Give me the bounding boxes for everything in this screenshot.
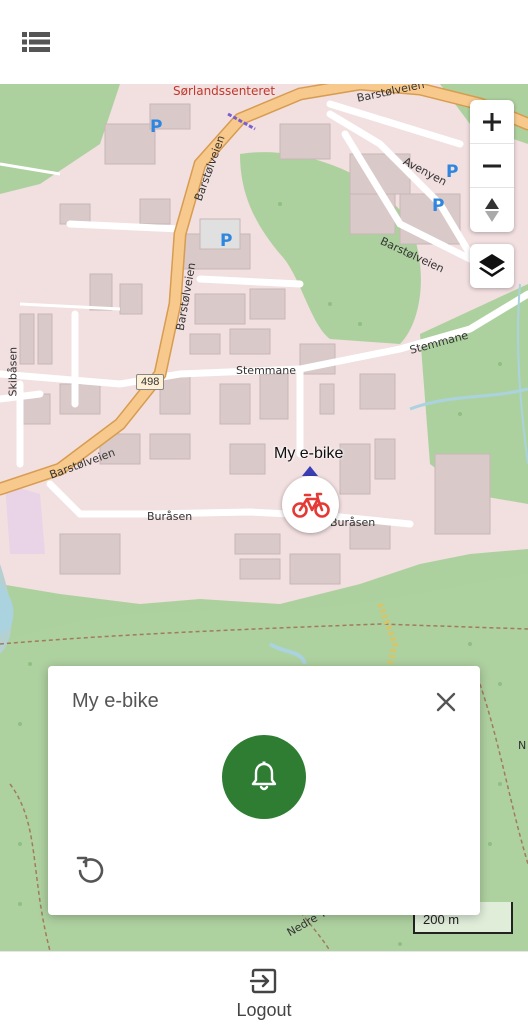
close-button[interactable] bbox=[434, 690, 458, 714]
layers-button[interactable] bbox=[470, 244, 514, 288]
refresh-button[interactable] bbox=[74, 854, 106, 886]
road-label: N bbox=[518, 739, 527, 752]
bottom-bar: Logout bbox=[0, 951, 528, 1035]
poi-label: Sørlandssenteret bbox=[173, 84, 276, 98]
road-label: Buråsen bbox=[147, 510, 193, 523]
zoom-control bbox=[470, 100, 514, 232]
layers-icon bbox=[479, 254, 505, 277]
minus-icon bbox=[483, 164, 501, 167]
exit-icon bbox=[249, 968, 277, 994]
popup-title: My e-bike bbox=[72, 690, 159, 712]
top-bar bbox=[0, 0, 528, 84]
bicycle-icon bbox=[291, 492, 330, 518]
parking-icon: P bbox=[432, 196, 445, 216]
logout-button[interactable]: Logout bbox=[224, 966, 304, 1028]
logout-label: Logout bbox=[236, 1000, 292, 1020]
notify-button[interactable] bbox=[222, 735, 306, 819]
zoom-in-button[interactable] bbox=[470, 100, 514, 144]
road-label: Stemmane bbox=[236, 364, 296, 377]
list-icon[interactable] bbox=[22, 30, 50, 54]
close-icon bbox=[436, 692, 456, 712]
road-label: Skibåsen bbox=[6, 346, 20, 397]
compass-icon bbox=[485, 198, 499, 222]
direction-pointer bbox=[302, 466, 318, 476]
reset-north-button[interactable] bbox=[470, 188, 514, 232]
plus-icon bbox=[483, 112, 501, 131]
zoom-out-button[interactable] bbox=[470, 144, 514, 188]
parking-icon: P bbox=[150, 117, 163, 137]
route-shield: 498 bbox=[136, 374, 165, 390]
parking-icon: P bbox=[220, 231, 233, 251]
marker-label: My e-bike bbox=[274, 445, 344, 462]
bike-marker[interactable] bbox=[282, 476, 339, 533]
bike-popup: My e-bike bbox=[48, 666, 480, 915]
bell-icon bbox=[251, 761, 277, 791]
refresh-icon bbox=[76, 856, 104, 883]
road-label: Buråsen bbox=[330, 516, 376, 529]
parking-icon: P bbox=[446, 162, 459, 182]
